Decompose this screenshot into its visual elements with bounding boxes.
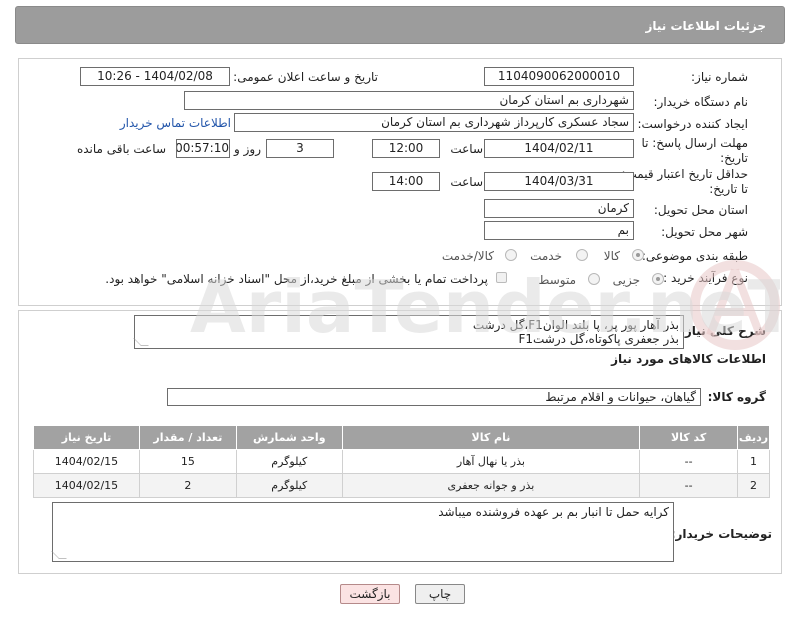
description-label: شرح کلی نیاز: [680,324,766,338]
description-line-2: بذر جعفری پاکوتاه،گل درشتF1 [518,332,679,346]
table-row[interactable]: 1 -- بذر یا نهال آهار کیلوگرم 15 1404/02… [33,449,770,474]
treasury-payment-note: پرداخت تمام یا بخشی از مبلغ خرید،از محل … [105,272,488,286]
city-field[interactable]: بم [484,221,634,240]
announce-datetime-field[interactable]: 1404/02/08 - 10:26 [80,67,230,86]
resize-grip-icon[interactable] [51,551,67,559]
reply-time-field[interactable]: 12:00 [372,139,440,158]
process-option-medium: متوسط [538,273,576,287]
province-label: استان محل تحویل: [653,203,748,217]
validity-time-label: ساعت [450,175,483,189]
col-item-name: نام کالا [341,425,641,450]
treasury-payment-checkbox[interactable] [496,272,507,283]
process-option-minor: جزیی [612,273,640,287]
col-item-code: کد کالا [639,425,739,450]
price-validity-label: حداقل تاریخ اعتبار قیمت: [621,167,748,181]
category-radio-service[interactable] [576,249,588,261]
description-line-1: بذر آهار پور پر، پا بلند الوانF1،گل درشت [472,318,679,332]
cell-unit: کیلوگرم [235,449,343,474]
goods-section-title: اطلاعات کالاهای مورد نیاز [611,352,766,366]
need-number-label: شماره نیاز: [691,70,748,84]
buyer-org-field[interactable]: شهرداری بم استان کرمان [184,91,634,110]
cell-unit: کیلوگرم [235,473,343,498]
buyer-notes-label: توضیحات خریدار: [670,527,772,541]
validity-date-field[interactable]: 1404/03/31 [484,172,634,191]
remaining-time-field[interactable]: 00:57:10 [176,139,230,158]
col-need-date: تاریخ نیاز [33,425,140,450]
category-radio-goods[interactable] [632,249,644,261]
goods-group-field[interactable]: گیاهان، حیوانات و اقلام مرتبط [167,388,701,406]
page-title-bar: جزئیات اطلاعات نیاز [15,6,785,44]
page-title: جزئیات اطلاعات نیاز [645,19,766,33]
price-validity-label-2: تا تاریخ: [709,182,748,196]
buyer-notes-text: کرایه حمل تا انبار بم بر عهده فروشنده می… [438,505,669,519]
category-radio-goods-service[interactable] [505,249,517,261]
category-option-goods: کالا [603,249,620,263]
category-label: طبقه بندی موضوعی: [641,249,748,263]
cell-need-date: 1404/02/15 [33,473,140,498]
buyer-contact-link[interactable]: اطلاعات تماس خریدار [120,116,231,130]
requester-label: ایجاد کننده درخواست: [637,117,748,131]
city-label: شهر محل تحویل: [661,225,748,239]
need-number-field[interactable]: 1104090062000010 [484,67,634,86]
reply-deadline-label-2: تاریخ: [720,151,748,165]
table-row[interactable]: 2 -- بذر و جوانه جعفری کیلوگرم 2 1404/02… [33,473,770,498]
description-textarea[interactable]: بذر آهار پور پر، پا بلند الوانF1،گل درشت… [133,315,684,349]
province-field[interactable]: کرمان [484,199,634,218]
reply-time-label: ساعت [450,142,483,156]
reply-date-field[interactable]: 1404/02/11 [484,139,634,158]
days-label: روز و [234,142,261,156]
cell-need-date: 1404/02/15 [33,449,140,474]
table-header-row: ردیف کد کالا نام کالا واحد شمارش تعداد /… [33,425,770,450]
print-button[interactable]: چاپ [415,584,465,604]
validity-time-field[interactable]: 14:00 [372,172,440,191]
process-radio-minor[interactable] [652,273,664,285]
requester-field[interactable]: سجاد عسکری کارپرداز شهرداری بم استان کرم… [234,113,634,132]
announce-label: تاریخ و ساعت اعلان عمومی: [233,70,378,84]
cell-row-number: 2 [737,473,770,498]
col-row-number: ردیف [737,425,770,450]
buyer-org-label: نام دستگاه خریدار: [653,95,749,109]
back-button[interactable]: بازگشت [340,584,400,604]
process-label: نوع فرآیند خرید : [663,271,748,285]
process-radio-medium[interactable] [588,273,600,285]
cell-item-name: بذر و جوانه جعفری [341,473,641,498]
reply-deadline-label: مهلت ارسال پاسخ: تا [641,136,748,150]
remaining-days-field[interactable]: 3 [266,139,334,158]
col-quantity: تعداد / مقدار [138,425,237,450]
remaining-time-label: ساعت باقی مانده [76,142,166,156]
goods-group-label: گروه کالا: [707,390,766,404]
category-option-goods-service: کالا/خدمت [441,249,494,263]
cell-quantity: 15 [138,449,237,474]
cell-item-name: بذر یا نهال آهار [341,449,641,474]
cell-item-code: -- [639,449,739,474]
buyer-notes-textarea[interactable]: کرایه حمل تا انبار بم بر عهده فروشنده می… [51,502,674,562]
cell-row-number: 1 [737,449,770,474]
category-option-service: خدمت [530,249,562,263]
goods-table: ردیف کد کالا نام کالا واحد شمارش تعداد /… [33,425,770,498]
col-unit: واحد شمارش [235,425,343,450]
cell-quantity: 2 [138,473,237,498]
cell-item-code: -- [639,473,739,498]
